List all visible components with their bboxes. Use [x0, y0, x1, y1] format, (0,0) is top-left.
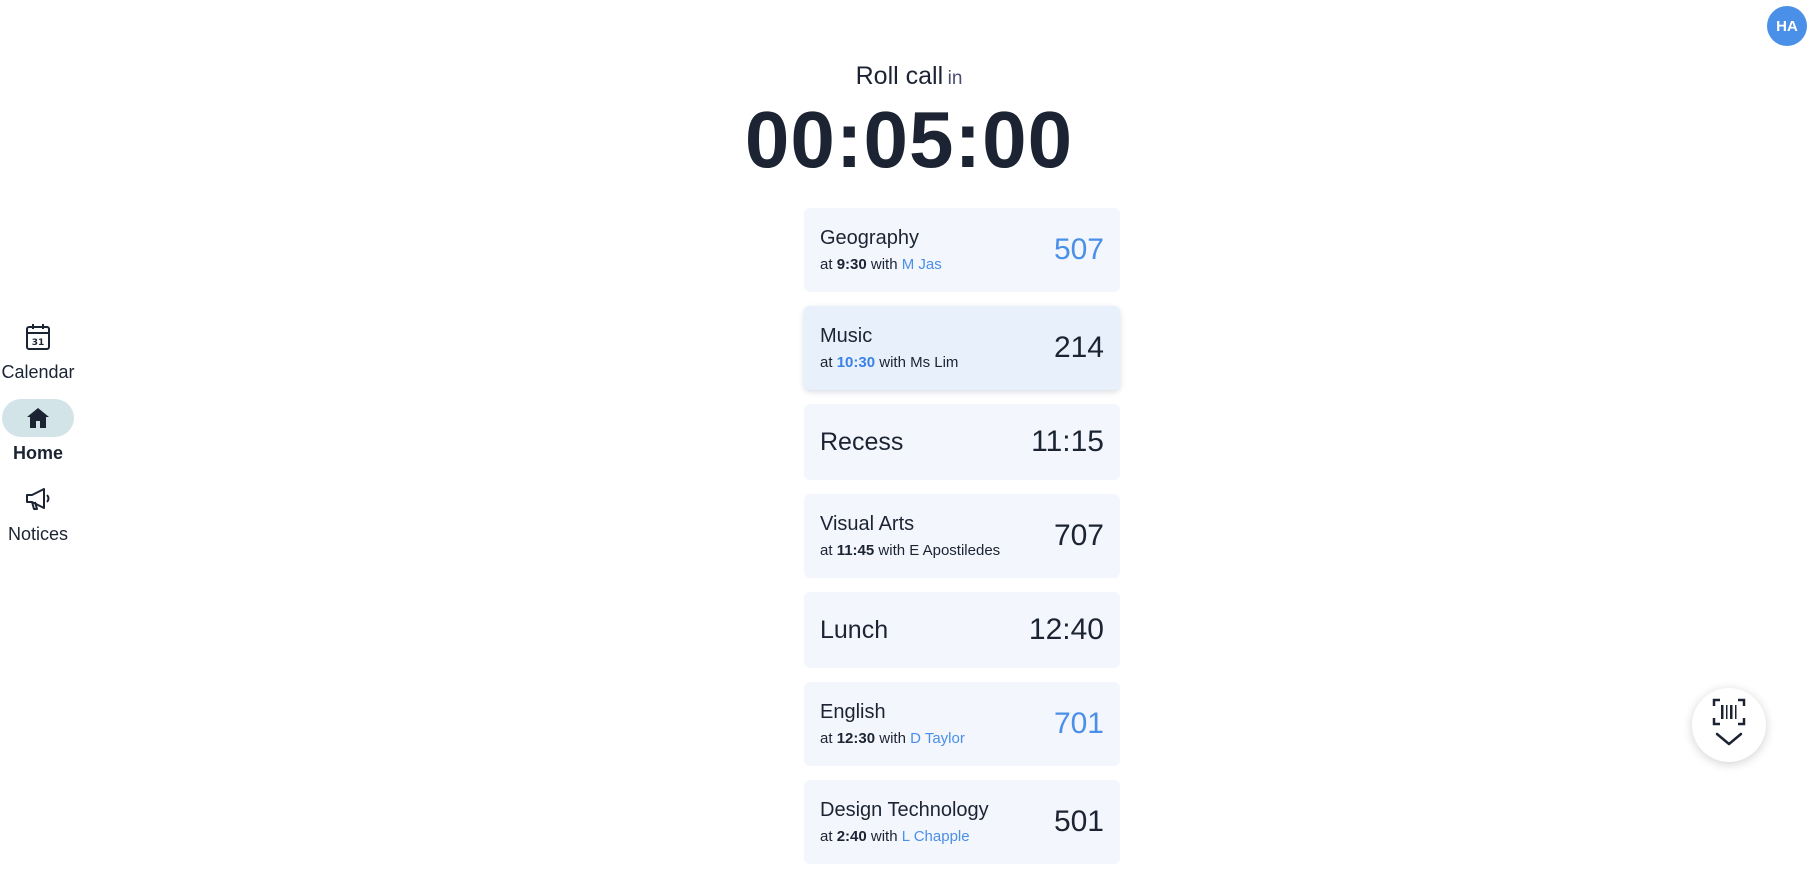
with-label: with: [870, 828, 898, 845]
nav-label-home: Home: [12, 443, 63, 463]
room-number: 707: [1053, 519, 1104, 552]
next-event-in: in: [947, 68, 963, 89]
period-card-geography[interactable]: Geography at 9:30 with M Jas 507: [804, 208, 1120, 292]
period-details: at 2:40 with L Chapple: [820, 828, 989, 845]
countdown-timer: 00:05:00: [744, 95, 1074, 184]
nav-item-home[interactable]: Home: [0, 399, 76, 464]
sidebar-nav: 31 Calendar Home Notices: [0, 318, 76, 545]
period-time: 2:40: [836, 828, 867, 845]
period-card-design-technology[interactable]: Design Technology at 2:40 with L Chapple…: [804, 780, 1120, 864]
break-name: Lunch: [820, 615, 889, 644]
room-number[interactable]: 701: [1054, 707, 1104, 741]
period-details: at 10:30 with Ms Lim: [820, 354, 958, 371]
user-avatar[interactable]: HA: [1767, 6, 1807, 46]
nav-label-notices: Notices: [7, 524, 69, 544]
period-time: 12:30: [836, 730, 876, 747]
next-event-header: Roll call in: [0, 62, 1818, 91]
break-name: Recess: [820, 427, 904, 456]
teacher-link[interactable]: D Taylor: [910, 730, 965, 747]
break-card-recess: Recess 11:15: [804, 404, 1120, 480]
period-card-music[interactable]: Music at 10:30 with Ms Lim 214: [804, 306, 1120, 390]
break-time: 12:40: [1028, 613, 1104, 646]
calendar-icon: 31: [2, 318, 74, 356]
nav-item-notices[interactable]: Notices: [0, 480, 76, 545]
period-details: at 11:45 with E Apostiledes: [820, 542, 1000, 559]
with-label: with: [870, 256, 898, 273]
period-name: Visual Arts: [820, 513, 915, 535]
scan-barcode-button[interactable]: [1692, 688, 1766, 762]
break-card-lunch: Lunch 12:40: [804, 592, 1120, 668]
nav-label-calendar: Calendar: [1, 362, 75, 382]
teacher-name: Ms Lim: [910, 354, 959, 371]
period-details: at 12:30 with D Taylor: [820, 730, 965, 747]
period-time: 10:30: [836, 354, 876, 371]
svg-text:31: 31: [32, 338, 45, 348]
next-event-name: Roll call: [855, 62, 944, 90]
home-icon: [2, 399, 74, 437]
at-label: at: [820, 542, 833, 559]
period-name: Geography: [820, 227, 919, 249]
nav-item-calendar[interactable]: 31 Calendar: [0, 318, 76, 383]
period-time: 11:45: [836, 542, 875, 559]
chevron-down-icon: [1714, 731, 1744, 752]
room-number: 501: [1053, 805, 1104, 838]
at-label: at: [820, 256, 833, 273]
period-card-visual-arts[interactable]: Visual Arts at 11:45 with E Apostiledes …: [804, 494, 1120, 578]
at-label: at: [820, 354, 833, 371]
period-details: at 9:30 with M Jas: [820, 256, 942, 273]
room-number: 214: [1053, 331, 1104, 364]
period-name: English: [820, 701, 886, 723]
schedule-list: Geography at 9:30 with M Jas 507 Music a…: [804, 208, 1120, 878]
barcode-scan-icon: [1712, 698, 1746, 731]
period-name: Design Technology: [820, 799, 989, 821]
at-label: at: [820, 828, 833, 845]
with-label: with: [879, 730, 906, 747]
megaphone-icon: [2, 480, 74, 518]
period-time: 9:30: [836, 256, 867, 273]
room-number[interactable]: 507: [1054, 233, 1104, 267]
at-label: at: [820, 730, 833, 747]
with-label: with: [878, 542, 906, 559]
teacher-link[interactable]: L Chapple: [902, 828, 970, 845]
break-time: 11:15: [1031, 425, 1104, 458]
teacher-name: E Apostiledes: [909, 542, 1001, 559]
period-card-english[interactable]: English at 12:30 with D Taylor 701: [804, 682, 1120, 766]
with-label: with: [879, 354, 906, 371]
period-name: Music: [820, 325, 873, 347]
teacher-link[interactable]: M Jas: [902, 256, 942, 273]
